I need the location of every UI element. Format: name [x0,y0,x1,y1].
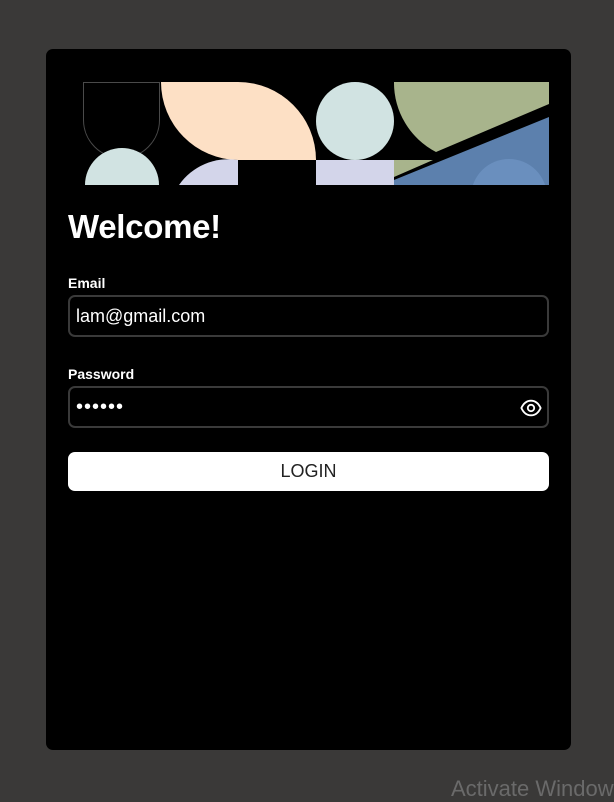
email-label: Email [68,275,106,291]
login-card: Welcome! Email Password LOGIN [46,49,571,750]
page-title: Welcome! [68,208,221,245]
email-input[interactable] [76,297,516,335]
banner-lavender-block [316,160,394,185]
banner-mint-semicircle [85,148,159,185]
login-button[interactable]: LOGIN [68,452,549,491]
password-label: Password [68,366,135,382]
banner-lavender-quarter [179,159,238,185]
decorative-banner [83,82,549,185]
password-input[interactable] [76,388,516,426]
eye-icon[interactable] [520,397,542,419]
password-field-container [68,386,549,428]
banner-outline-arch [83,82,160,159]
banner-peach-quarter [238,82,316,160]
banner-peach-leaf [161,82,238,160]
banner-mint-circle [316,82,394,160]
activate-windows-watermark: Activate Windows [451,776,614,801]
email-field-container [68,295,549,337]
